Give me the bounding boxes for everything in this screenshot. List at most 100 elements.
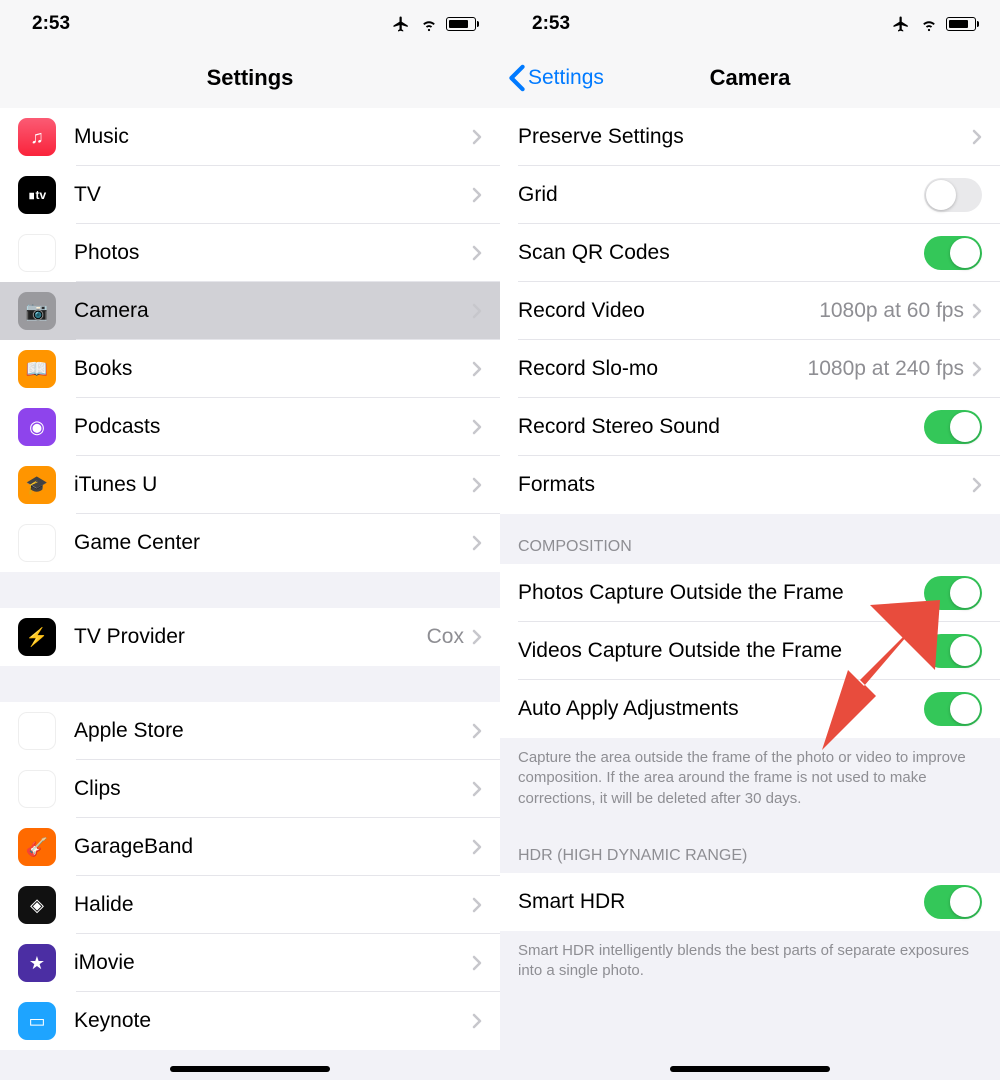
- section-header: HDR (HIGH DYNAMIC RANGE): [500, 823, 1000, 873]
- chevron-right-icon: [472, 361, 482, 377]
- chevron-right-icon: [472, 419, 482, 435]
- chevron-right-icon: [472, 723, 482, 739]
- settings-row-camera[interactable]: 📷 Camera: [0, 282, 500, 340]
- row-label: Camera: [74, 299, 472, 323]
- row-label: Photos: [74, 241, 472, 265]
- settings-row-applestore[interactable]: Apple Store: [0, 702, 500, 760]
- airplane-mode-icon: [890, 15, 912, 33]
- row-label: Clips: [74, 777, 472, 801]
- settings-list: ♫ Music ∎tv TV ✿ Photos 📷 Camera 📖Books◉Podcasts…: [0, 108, 500, 1050]
- row-label: Music: [74, 125, 472, 149]
- camera-row-stereo[interactable]: Record Stereo Sound: [500, 398, 1000, 456]
- photosoutside-toggle[interactable]: [924, 576, 982, 610]
- garageband-icon: 🎸: [18, 828, 56, 866]
- section-header: COMPOSITION: [500, 514, 1000, 564]
- chevron-right-icon: [472, 897, 482, 913]
- chevron-right-icon: [472, 129, 482, 145]
- row-label: Videos Capture Outside the Frame: [518, 639, 924, 663]
- row-label: Smart HDR: [518, 890, 924, 914]
- tv-icon: ∎tv: [18, 176, 56, 214]
- music-icon: ♫: [18, 118, 56, 156]
- row-label: iTunes U: [74, 473, 472, 497]
- wifi-icon: [918, 15, 940, 33]
- battery-icon: [946, 17, 976, 31]
- chevron-right-icon: [472, 839, 482, 855]
- camera-row-recvideo[interactable]: Record Video1080p at 60 fps: [500, 282, 1000, 340]
- settings-row-photos[interactable]: ✿ Photos: [0, 224, 500, 282]
- settings-row-imovie[interactable]: ★iMovie: [0, 934, 500, 992]
- chevron-right-icon: [472, 781, 482, 797]
- tvprovider-icon: ⚡: [18, 618, 56, 656]
- scanqr-toggle[interactable]: [924, 236, 982, 270]
- page-title: Camera: [710, 65, 791, 91]
- podcasts-icon: ◉: [18, 408, 56, 446]
- camera-row-preserve[interactable]: Preserve Settings: [500, 108, 1000, 166]
- clips-icon: ◯: [18, 770, 56, 808]
- settings-row-keynote[interactable]: ▭Keynote: [0, 992, 500, 1050]
- settings-row-music[interactable]: ♫ Music: [0, 108, 500, 166]
- camera-row-videosoutside[interactable]: Videos Capture Outside the Frame: [500, 622, 1000, 680]
- row-label: Record Slo-mo: [518, 357, 808, 381]
- camera-row-smarthdr[interactable]: Smart HDR: [500, 873, 1000, 931]
- wifi-icon: [418, 15, 440, 33]
- imovie-icon: ★: [18, 944, 56, 982]
- row-label: TV: [74, 183, 472, 207]
- home-indicator[interactable]: [170, 1066, 330, 1072]
- settings-row-podcasts[interactable]: ◉Podcasts: [0, 398, 500, 456]
- airplane-mode-icon: [390, 15, 412, 33]
- settings-row-tv[interactable]: ∎tv TV: [0, 166, 500, 224]
- camera-row-grid[interactable]: Grid: [500, 166, 1000, 224]
- section-footer: Capture the area outside the frame of th…: [500, 738, 1000, 823]
- grid-toggle[interactable]: [924, 178, 982, 212]
- chevron-right-icon: [472, 1013, 482, 1029]
- row-label: Grid: [518, 183, 924, 207]
- settings-row-clips[interactable]: ◯ Clips: [0, 760, 500, 818]
- keynote-icon: ▭: [18, 1002, 56, 1040]
- row-value: 1080p at 240 fps: [808, 357, 964, 381]
- settings-row-tvprovider[interactable]: ⚡TV ProviderCox: [0, 608, 500, 666]
- settings-row-halide[interactable]: ◈Halide: [0, 876, 500, 934]
- row-label: Preserve Settings: [518, 125, 972, 149]
- videosoutside-toggle[interactable]: [924, 634, 982, 668]
- chevron-right-icon: [472, 535, 482, 551]
- smarthdr-toggle[interactable]: [924, 885, 982, 919]
- camera-row-autoadjust[interactable]: Auto Apply Adjustments: [500, 680, 1000, 738]
- camera-row-scanqr[interactable]: Scan QR Codes: [500, 224, 1000, 282]
- back-button[interactable]: Settings: [508, 64, 604, 92]
- chevron-right-icon: [972, 361, 982, 377]
- settings-row-gamecenter[interactable]: ●Game Center: [0, 514, 500, 572]
- row-label: TV Provider: [74, 625, 427, 649]
- status-icons: [390, 15, 476, 33]
- photos-icon: ✿: [18, 234, 56, 272]
- books-icon: 📖: [18, 350, 56, 388]
- chevron-right-icon: [972, 303, 982, 319]
- chevron-right-icon: [472, 187, 482, 203]
- row-label: Apple Store: [74, 719, 472, 743]
- autoadjust-toggle[interactable]: [924, 692, 982, 726]
- chevron-right-icon: [472, 303, 482, 319]
- camera-row-recslomo[interactable]: Record Slo-mo1080p at 240 fps: [500, 340, 1000, 398]
- row-label: Photos Capture Outside the Frame: [518, 581, 924, 605]
- row-label: Halide: [74, 893, 472, 917]
- nav-header: Settings: [0, 48, 500, 108]
- settings-row-books[interactable]: 📖Books: [0, 340, 500, 398]
- status-bar: 2:53: [0, 0, 500, 48]
- page-title: Settings: [207, 65, 294, 91]
- nav-header: Settings Camera: [500, 48, 1000, 108]
- home-indicator[interactable]: [670, 1066, 830, 1072]
- camera-icon: 📷: [18, 292, 56, 330]
- chevron-right-icon: [472, 955, 482, 971]
- row-label: GarageBand: [74, 835, 472, 859]
- chevron-right-icon: [472, 245, 482, 261]
- back-label: Settings: [528, 66, 604, 90]
- status-icons: [890, 15, 976, 33]
- settings-row-garageband[interactable]: 🎸 GarageBand: [0, 818, 500, 876]
- stereo-toggle[interactable]: [924, 410, 982, 444]
- camera-row-formats[interactable]: Formats: [500, 456, 1000, 514]
- settings-row-itunesu[interactable]: 🎓iTunes U: [0, 456, 500, 514]
- row-label: Auto Apply Adjustments: [518, 697, 924, 721]
- camera-settings-list: Preserve SettingsGridScan QR CodesRecord…: [500, 108, 1000, 995]
- settings-screen: 2:53 Settings ♫ Music ∎tv TV ✿ Photos 📷 Camera 📖…: [0, 0, 500, 1080]
- gamecenter-icon: ●: [18, 524, 56, 562]
- camera-row-photosoutside[interactable]: Photos Capture Outside the Frame: [500, 564, 1000, 622]
